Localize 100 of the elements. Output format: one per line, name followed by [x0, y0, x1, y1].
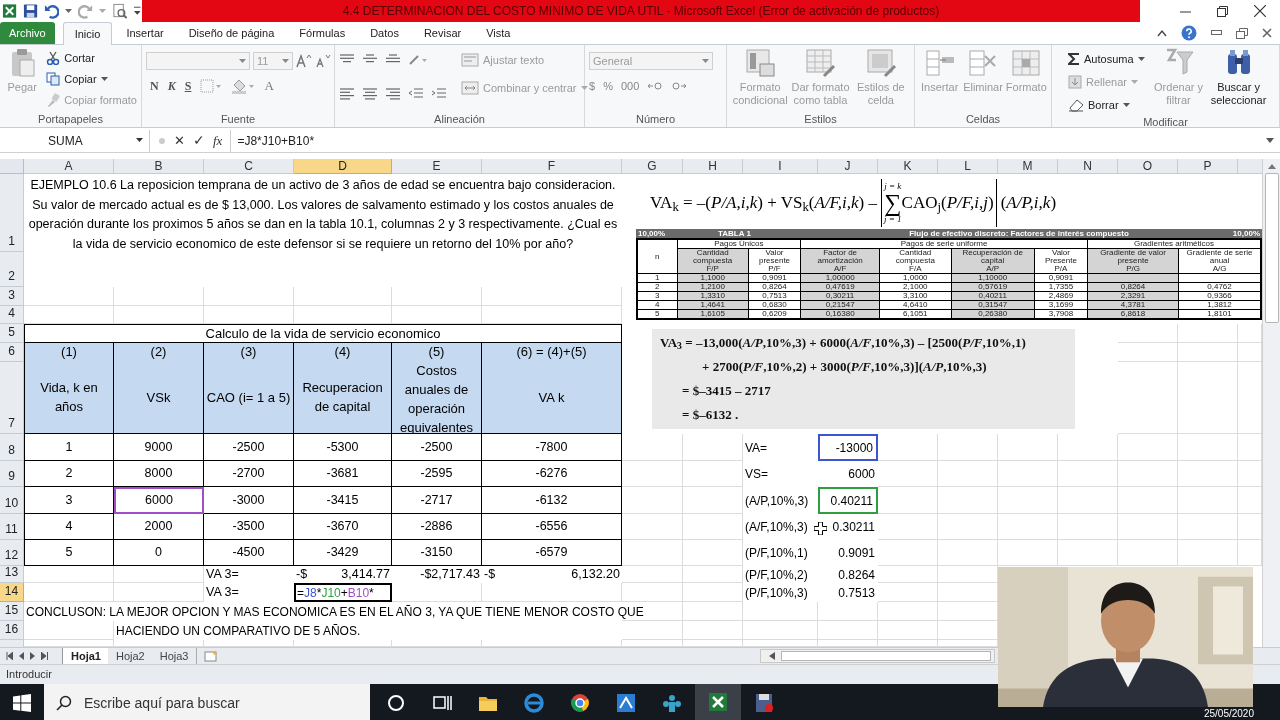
column-header[interactable]: D — [294, 159, 392, 174]
empty-cell[interactable] — [114, 583, 204, 602]
restore-icon[interactable] — [1236, 27, 1248, 39]
column-header[interactable]: K — [878, 159, 938, 174]
scroll-left-icon[interactable] — [769, 652, 775, 660]
align-right-icon[interactable] — [385, 88, 401, 100]
empty-cell[interactable] — [1118, 540, 1178, 566]
customize-icon[interactable] — [133, 5, 142, 17]
number-format-button[interactable]: % — [603, 78, 613, 95]
empty-cell[interactable] — [1118, 487, 1178, 514]
ribbon-tab[interactable]: Insertar — [115, 22, 175, 44]
insert-sheet-icon[interactable] — [203, 650, 220, 662]
font-style-button[interactable]: N — [150, 76, 159, 95]
collapse-ribbon-icon[interactable] — [1157, 29, 1167, 37]
decrease-decimal-icon[interactable] — [671, 80, 688, 93]
last-sheet-icon[interactable] — [41, 652, 48, 660]
empty-cell[interactable] — [622, 566, 683, 583]
previous-sheet-icon[interactable] — [19, 652, 24, 660]
first-sheet-icon[interactable] — [6, 652, 13, 660]
empty-cell[interactable] — [938, 461, 998, 487]
empty-cell[interactable] — [683, 566, 743, 583]
empty-cell[interactable] — [743, 621, 818, 640]
next-sheet-icon[interactable] — [30, 652, 35, 660]
row-header[interactable]: 15 — [0, 602, 24, 621]
empty-cell[interactable] — [683, 487, 743, 514]
caret-icon[interactable] — [65, 8, 73, 14]
align-center-icon[interactable] — [362, 88, 378, 100]
empty-cell[interactable] — [1178, 461, 1238, 487]
enter-button[interactable]: ✓ — [193, 130, 205, 151]
row-header[interactable]: 3 — [0, 287, 24, 306]
windows-icon[interactable] — [13, 694, 31, 712]
ribbon-button[interactable]: Cortar — [46, 48, 137, 68]
ribbon-tab[interactable]: Vista — [475, 22, 522, 44]
scroll-thumb[interactable] — [1264, 173, 1279, 323]
row-header[interactable]: 9 — [0, 461, 24, 487]
column-header[interactable]: B — [114, 159, 204, 174]
decrease-indent-icon[interactable] — [408, 88, 424, 100]
column-header[interactable]: J — [818, 159, 878, 174]
column-header[interactable]: G — [622, 159, 683, 174]
font-style-button[interactable]: K — [167, 76, 176, 95]
row-header[interactable]: 14 — [0, 583, 24, 602]
caret-icon[interactable] — [1122, 102, 1130, 108]
empty-cell[interactable] — [1178, 343, 1238, 362]
empty-cell[interactable] — [938, 540, 998, 566]
column-header[interactable]: L — [938, 159, 998, 174]
empty-cell[interactable] — [1058, 514, 1118, 540]
increase-decimal-icon[interactable] — [647, 80, 664, 93]
row-header[interactable]: 16 — [0, 621, 24, 640]
close-icon[interactable] — [1254, 5, 1266, 17]
empty-cell[interactable] — [1178, 487, 1238, 514]
empty-cell[interactable] — [878, 621, 938, 640]
search-field[interactable]: Escribe aquí para buscar — [44, 684, 370, 720]
empty-cell[interactable] — [1178, 540, 1238, 566]
empty-cell[interactable] — [1118, 514, 1178, 540]
grow-font-icon[interactable] — [296, 54, 312, 68]
editing-cell[interactable]: =J8*J10+B10* — [294, 583, 392, 602]
empty-cell[interactable] — [878, 602, 938, 621]
taskbar-button[interactable] — [695, 684, 741, 720]
column-header[interactable]: O — [1118, 159, 1178, 174]
column-header[interactable]: H — [683, 159, 743, 174]
column-header[interactable]: M — [998, 159, 1058, 174]
horizontal-scrollbar[interactable] — [760, 649, 995, 663]
scroll-thumb[interactable] — [781, 651, 991, 661]
select-all-corner[interactable] — [0, 159, 24, 174]
scroll-up-icon[interactable] — [1267, 163, 1276, 169]
column-header[interactable]: P — [1178, 159, 1238, 174]
expand-formula-bar-icon[interactable] — [1266, 137, 1274, 144]
ribbon-tab[interactable]: Revisar — [412, 22, 473, 44]
column-header[interactable]: C — [204, 159, 294, 174]
vertical-scrollbar[interactable] — [1262, 159, 1280, 647]
empty-cell[interactable] — [1118, 434, 1178, 461]
empty-cell[interactable] — [683, 583, 743, 602]
save-icon[interactable] — [23, 3, 39, 19]
row-header[interactable] — [0, 640, 24, 647]
empty-cell[interactable] — [818, 621, 878, 640]
empty-cell[interactable] — [622, 621, 683, 640]
column-header[interactable]: N — [1058, 159, 1118, 174]
redo-icon[interactable] — [78, 3, 94, 19]
number-format-button[interactable]: $ — [589, 78, 596, 95]
empty-cell[interactable] — [1058, 487, 1118, 514]
empty-cell[interactable] — [938, 514, 998, 540]
font-name-field[interactable] — [146, 52, 250, 70]
ribbon-button[interactable]: Borrar — [1068, 95, 1145, 115]
empty-cell[interactable] — [998, 514, 1058, 540]
align-left-icon[interactable] — [339, 88, 355, 100]
row-header[interactable]: 10 — [0, 487, 24, 514]
empty-cell[interactable] — [622, 583, 683, 602]
empty-cell[interactable] — [743, 602, 818, 621]
empty-cell[interactable] — [1118, 461, 1178, 487]
help-icon[interactable] — [1181, 25, 1197, 41]
row-header[interactable]: 12 — [0, 540, 24, 566]
orientation-icon[interactable] — [408, 54, 428, 66]
fill-color-icon[interactable] — [231, 77, 256, 94]
row-header[interactable]: 2 — [0, 252, 24, 287]
insert-function-button[interactable]: fx — [213, 130, 223, 151]
font-color-button[interactable]: A — [264, 76, 274, 96]
print-preview-icon[interactable] — [112, 3, 128, 19]
increase-indent-icon[interactable] — [431, 88, 447, 100]
empty-cell[interactable] — [998, 487, 1058, 514]
column-header[interactable]: A — [24, 159, 114, 174]
